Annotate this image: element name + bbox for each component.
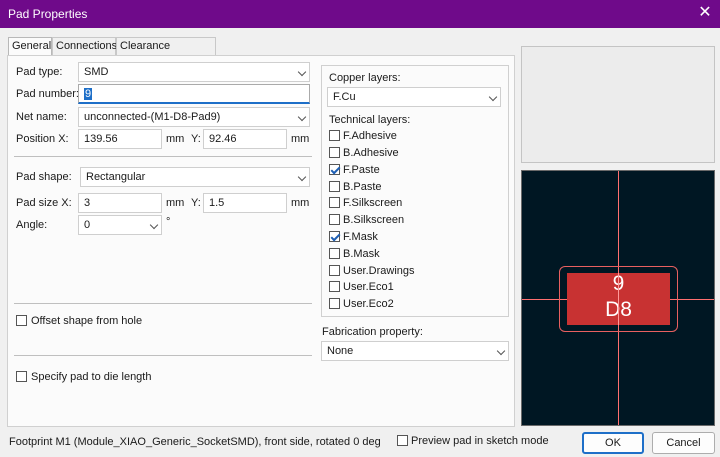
chevron-down-icon [297,67,307,77]
pad-size-x-input[interactable]: 3 [78,193,162,213]
die-length-label: Specify pad to die length [31,371,152,383]
layer-checkbox-f-silkscreen[interactable] [329,197,340,208]
layer-label-user-eco2: User.Eco2 [343,298,394,310]
net-name-label: Net name: [16,111,67,123]
title-bar: Pad Properties ✕ [0,0,720,28]
position-y-input[interactable]: 92.46 [203,129,287,149]
crosshair-over-pad [618,273,619,325]
pad-type-value: SMD [84,66,109,78]
position-y-label: Y: [191,133,201,145]
fabrication-property-select[interactable]: None [321,341,509,361]
pad-shape-select[interactable]: Rectangular [80,167,310,187]
layer-label-b-silkscreen: B.Silkscreen [343,214,405,226]
pad-size-y-input[interactable]: 1.5 [203,193,287,213]
layer-label-f-mask: F.Mask [343,231,378,243]
layer-checkbox-user-eco1[interactable] [329,281,340,292]
section-divider [14,355,312,356]
window-title: Pad Properties [8,7,88,21]
layer-checkbox-b-adhesive[interactable] [329,147,340,158]
pad-shape-label: Pad shape: [16,171,72,183]
net-name-value: unconnected-(M1-D8-Pad9) [84,111,221,123]
layer-label-b-adhesive: B.Adhesive [343,147,399,159]
layer-checkbox-f-paste[interactable] [329,164,340,175]
layer-checkbox-b-mask[interactable] [329,248,340,259]
chevron-down-icon [297,112,307,122]
layer-label-f-paste: F.Paste [343,164,380,176]
pad-size-y-unit: mm [291,197,310,209]
layer-checkbox-b-silkscreen[interactable] [329,214,340,225]
pad-type-label: Pad type: [16,66,63,78]
chevron-down-icon [297,172,307,182]
offset-shape-label: Offset shape from hole [31,315,143,327]
section-divider [14,156,312,157]
layer-checkbox-user-eco2[interactable] [329,298,340,309]
chevron-down-icon [496,346,506,356]
chevron-down-icon [488,92,498,102]
die-length-checkbox[interactable] [16,371,27,382]
pad-type-select[interactable]: SMD [78,62,310,82]
pad-preview-canvas: 9 D8 [521,170,715,426]
close-icon[interactable]: ✕ [690,0,720,28]
angle-unit: ° [166,216,171,228]
layer-checkbox-user-drawings[interactable] [329,265,340,276]
position-y-unit: mm [291,133,310,145]
layer-label-user-drawings: User.Drawings [343,265,415,277]
pad-size-y-label: Y: [191,197,201,209]
layer-label-b-paste: B.Paste [343,181,382,193]
offset-shape-checkbox[interactable] [16,315,27,326]
sketch-mode-checkbox[interactable] [397,435,408,446]
pad-number-label: Pad number: [16,88,79,100]
ok-button[interactable]: OK [582,432,644,454]
sketch-mode-label: Preview pad in sketch mode [411,435,549,447]
chevron-down-icon [149,220,159,230]
layer-checkbox-b-paste[interactable] [329,181,340,192]
tab-general[interactable]: General [8,37,52,56]
angle-value: 0 [84,219,91,231]
fabrication-property-value: None [327,345,354,357]
fabrication-property-label: Fabrication property: [322,326,423,338]
section-divider [14,303,312,304]
position-x-unit: mm [166,133,185,145]
copper-layers-select[interactable]: F.Cu [327,87,501,107]
pad-size-x-unit: mm [166,197,185,209]
pad-shape-value: Rectangular [86,171,146,183]
shape-preview-area [521,46,715,163]
position-x-input[interactable]: 139.56 [78,129,162,149]
position-x-label: Position X: [16,133,69,145]
pad-number-input[interactable]: 9 [78,84,310,104]
angle-combo[interactable]: 0 [78,215,162,235]
layer-label-f-adhesive: F.Adhesive [343,130,397,142]
layer-checkbox-f-adhesive[interactable] [329,130,340,141]
copper-layers-label: Copper layers: [329,72,401,84]
pad-number-value: 9 [84,88,93,100]
angle-label: Angle: [16,219,48,231]
status-text: Footprint M1 (Module_XIAO_Generic_Socket… [9,436,381,448]
pad-size-x-label: Pad size X: [16,197,72,209]
layer-label-b-mask: B.Mask [343,248,380,260]
layer-label-user-eco1: User.Eco1 [343,281,394,293]
layer-checkbox-f-mask[interactable] [329,231,340,242]
technical-layers-label: Technical layers: [329,114,411,126]
net-name-select[interactable]: unconnected-(M1-D8-Pad9) [78,107,310,127]
tab-clearance-overrides[interactable]: Clearance Overrides [116,37,216,69]
layer-label-f-silkscreen: F.Silkscreen [343,197,403,209]
tab-connections[interactable]: Connections [52,37,117,55]
copper-layers-value: F.Cu [333,91,356,103]
cancel-button[interactable]: Cancel [652,432,715,454]
